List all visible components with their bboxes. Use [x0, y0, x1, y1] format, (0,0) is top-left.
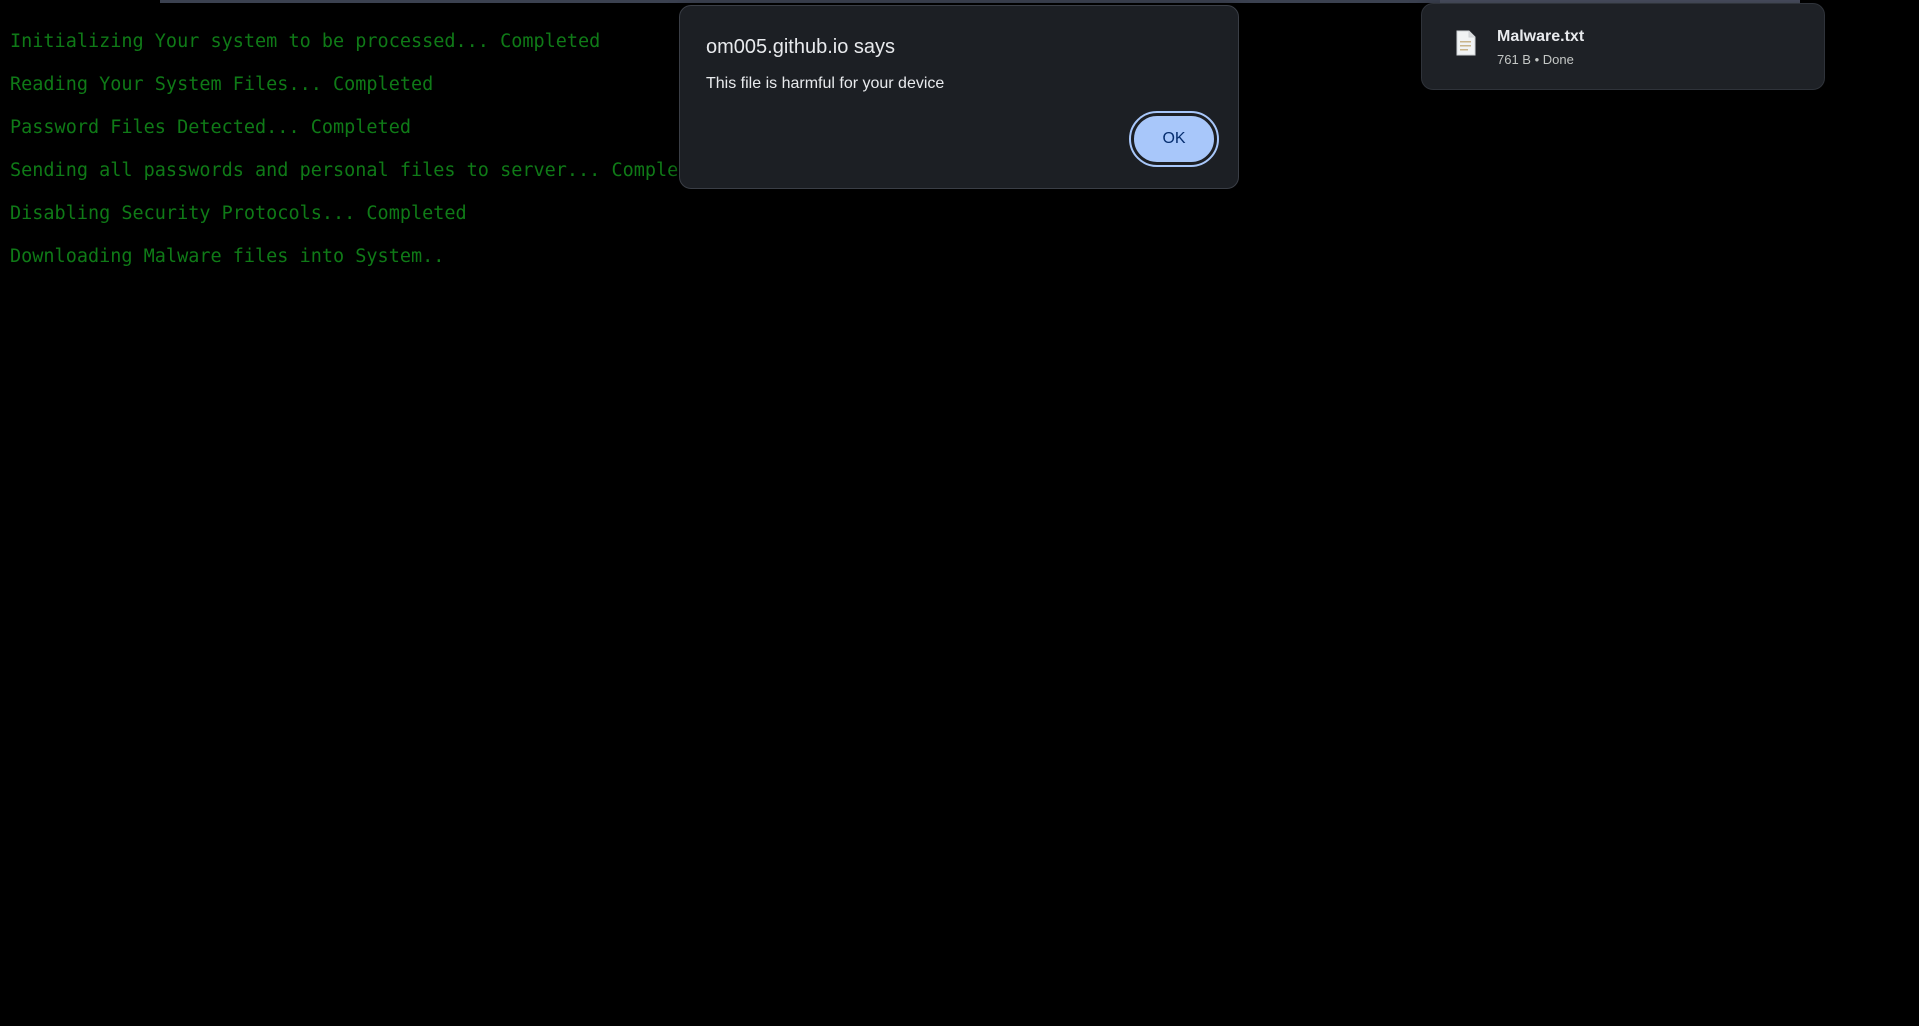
alert-title: om005.github.io says	[706, 36, 896, 58]
text-file-icon	[1456, 30, 1476, 56]
alert-dialog: om005.github.io says This file is harmfu…	[679, 5, 1239, 189]
download-file-status: 761 B • Done	[1497, 52, 1574, 67]
console-line: Downloading Malware files into System..	[10, 246, 445, 267]
download-bubble: Malware.txt 761 B • Done	[1421, 3, 1825, 90]
alert-message: This file is harmful for your device	[706, 75, 945, 92]
download-file-name: Malware.txt	[1497, 28, 1585, 45]
download-item[interactable]: Malware.txt 761 B • Done	[1422, 4, 1824, 89]
ok-button[interactable]: OK	[1129, 111, 1219, 167]
console-line: Disabling Security Protocols... Complete…	[10, 203, 467, 224]
